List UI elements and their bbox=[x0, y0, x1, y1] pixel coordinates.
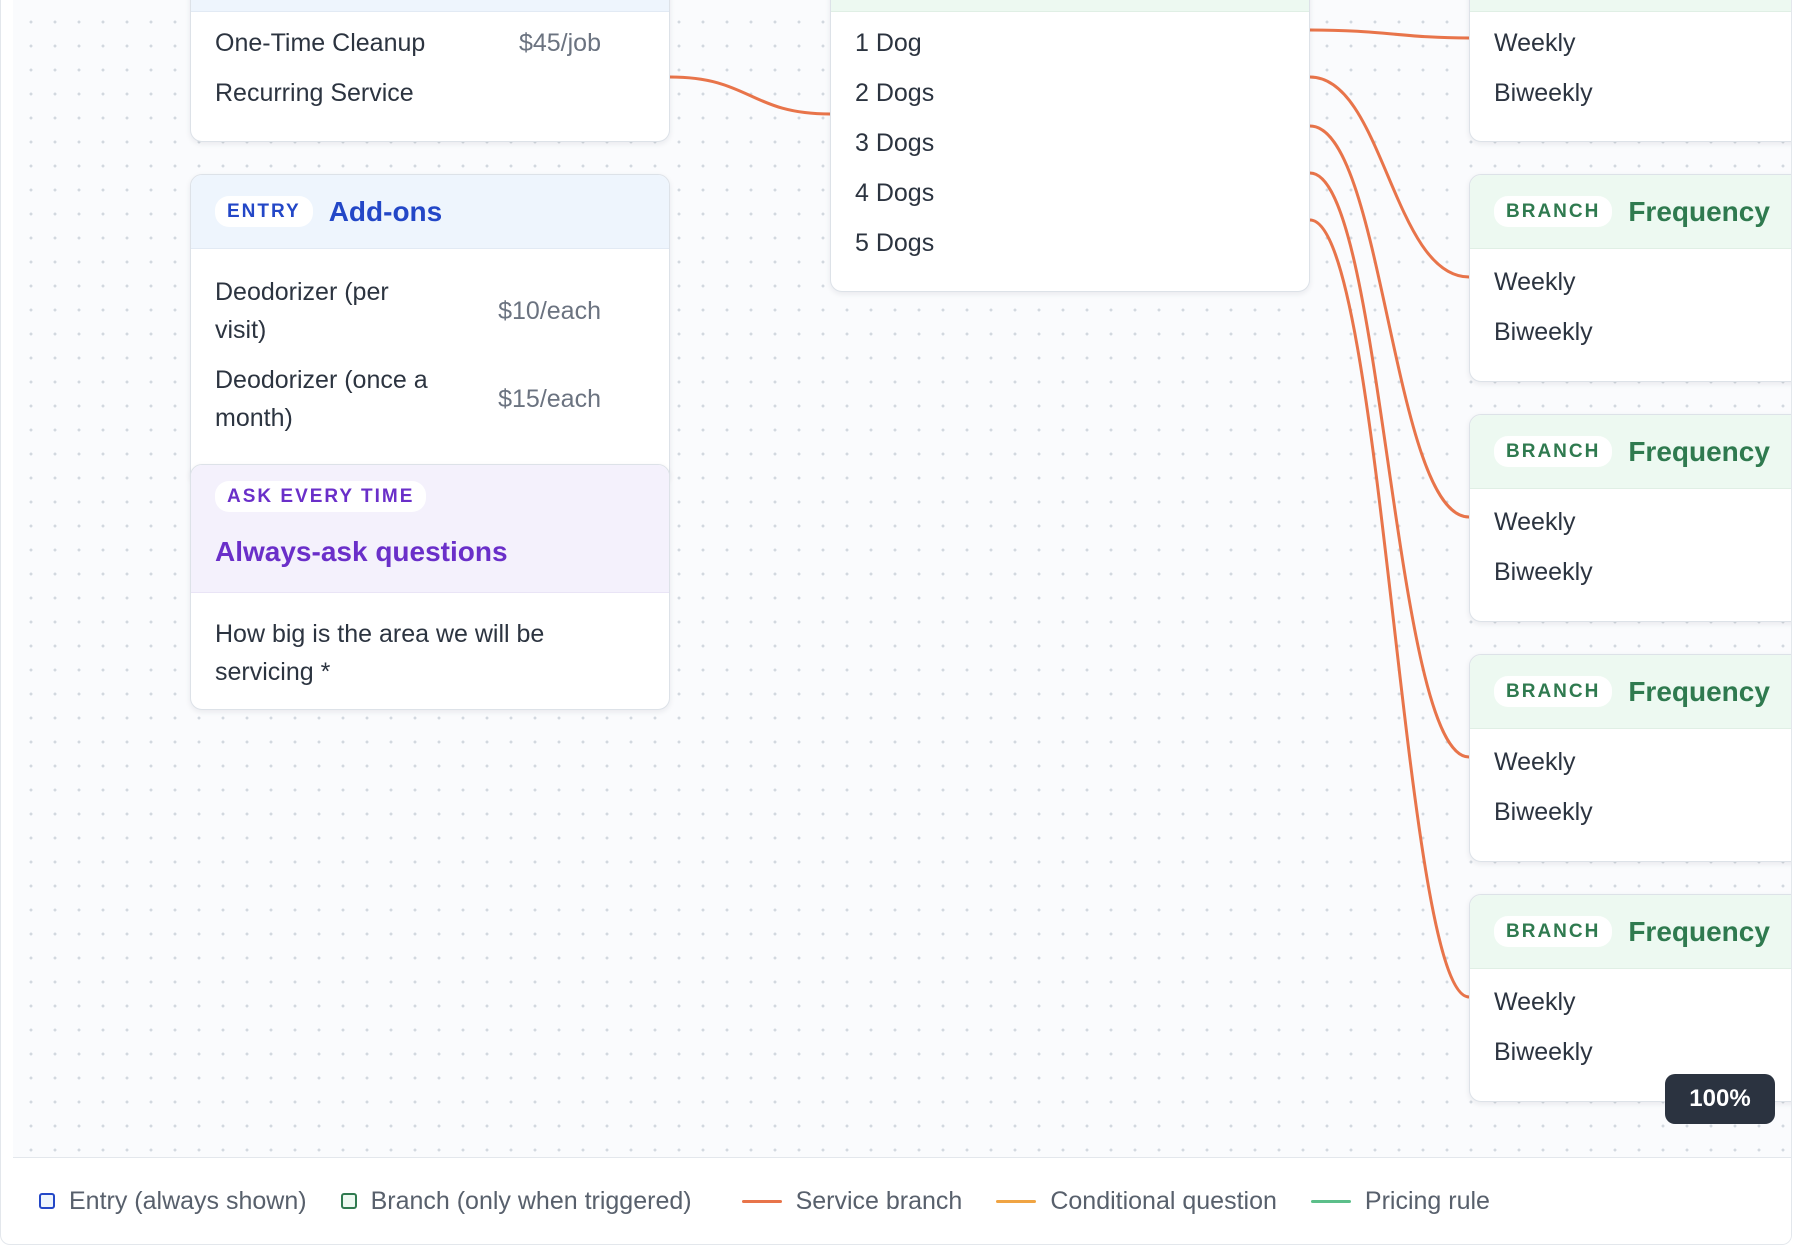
entry-addons-node[interactable]: ENTRY Add-ons Deodorizer (per visit) $10… bbox=[190, 174, 670, 484]
zoom-indicator[interactable]: 100% bbox=[1665, 1074, 1775, 1124]
option-biweekly[interactable]: Biweekly bbox=[1494, 1033, 1784, 1071]
ask-every-time-badge: ASK EVERY TIME bbox=[215, 481, 427, 512]
dogs-branch-node[interactable]: 1 Dog 2 Dogs 3 Dogs 4 Dogs 5 Dogs bbox=[830, 0, 1310, 292]
option-deodorizer-once-a-month[interactable]: Deodorizer (once a month) $15/each bbox=[215, 361, 601, 437]
node-header bbox=[1470, 0, 1791, 12]
always-ask-node[interactable]: ASK EVERY TIME Always-ask questions How … bbox=[190, 464, 670, 710]
option-price: $15/each bbox=[498, 385, 601, 413]
node-title: Frequency bbox=[1628, 915, 1770, 947]
branch-badge: BRANCH bbox=[1494, 436, 1613, 467]
legend-label: Service branch bbox=[795, 1186, 963, 1215]
option-label: One-Time Cleanup bbox=[215, 29, 426, 57]
edge-dog1-to-frequency bbox=[1309, 28, 1470, 40]
legend-entry: Entry (always shown) bbox=[39, 1187, 307, 1216]
legend-conditional-question: Conditional question bbox=[996, 1187, 1277, 1216]
frequency-node[interactable]: BRANCH Frequency Weekly Biweekly bbox=[1469, 414, 1791, 622]
frequency-node[interactable]: BRANCH Frequency Weekly Biweekly bbox=[1469, 174, 1791, 382]
service-branch-line-icon bbox=[741, 1199, 782, 1203]
option-recurring-service[interactable]: Recurring Service bbox=[215, 74, 601, 112]
node-header: BRANCH Frequency bbox=[1470, 895, 1791, 969]
legend-service-branch: Service branch bbox=[741, 1186, 963, 1216]
option-label: Deodorizer (per visit) bbox=[215, 278, 389, 344]
branch-badge: BRANCH bbox=[1494, 676, 1613, 707]
node-header: BRANCH Frequency bbox=[1470, 415, 1791, 489]
legend-pricing-rule: Pricing rule bbox=[1310, 1186, 1490, 1216]
option-dog-count[interactable]: 1 Dog bbox=[855, 24, 1285, 62]
option-biweekly[interactable]: Biweekly bbox=[1494, 553, 1784, 591]
legend-branch: Branch (only when triggered) bbox=[340, 1186, 692, 1216]
always-ask-question[interactable]: How big is the area we will be servicing… bbox=[191, 593, 669, 691]
option-label: Deodorizer (once a month) bbox=[215, 366, 428, 432]
entry-swatch-icon bbox=[39, 1193, 55, 1209]
node-title: Add-ons bbox=[328, 195, 443, 227]
conditional-question-line-icon bbox=[996, 1199, 1037, 1203]
legend-label: Entry (always shown) bbox=[69, 1186, 307, 1215]
frequency-node[interactable]: BRANCH Frequency Weekly Biweekly bbox=[1469, 654, 1791, 862]
node-title: Frequency bbox=[1628, 675, 1770, 707]
node-title: Frequency bbox=[1628, 195, 1770, 227]
node-title: Always-ask questions bbox=[215, 536, 508, 567]
option-price: $10/each bbox=[498, 297, 601, 325]
option-label: Recurring Service bbox=[215, 79, 414, 107]
flow-builder: One-Time Cleanup $45/job Recurring Servi… bbox=[0, 0, 1792, 1245]
option-price: $45/job bbox=[518, 29, 601, 57]
option-biweekly[interactable]: Biweekly bbox=[1494, 74, 1784, 112]
pricing-rule-line-icon bbox=[1310, 1199, 1351, 1203]
branch-badge: BRANCH bbox=[1494, 916, 1613, 947]
legend-label: Conditional question bbox=[1050, 1186, 1277, 1215]
option-dog-count[interactable]: 3 Dogs bbox=[855, 124, 1285, 162]
branch-swatch-icon bbox=[340, 1193, 357, 1209]
edge-recurring-to-dogs bbox=[669, 75, 831, 116]
option-dog-count[interactable]: 4 Dogs bbox=[855, 174, 1285, 212]
node-header bbox=[191, 0, 669, 12]
edge-dog3-to-frequency bbox=[1309, 124, 1470, 519]
branch-badge: BRANCH bbox=[1494, 196, 1613, 227]
option-one-time-cleanup[interactable]: One-Time Cleanup $45/job bbox=[215, 24, 601, 62]
node-header: ASK EVERY TIME Always-ask questions bbox=[191, 465, 669, 593]
edge-dog4-to-frequency bbox=[1309, 171, 1470, 759]
legend-label: Pricing rule bbox=[1364, 1186, 1490, 1215]
flow-canvas[interactable]: One-Time Cleanup $45/job Recurring Servi… bbox=[13, 0, 1791, 1157]
edge-dog5-to-frequency bbox=[1309, 218, 1470, 999]
node-header: BRANCH Frequency bbox=[1470, 175, 1791, 249]
node-header: ENTRY Add-ons bbox=[191, 175, 669, 249]
legend: Entry (always shown) Branch (only when t… bbox=[13, 1157, 1791, 1244]
entry-service-node[interactable]: One-Time Cleanup $45/job Recurring Servi… bbox=[190, 0, 670, 142]
option-weekly[interactable]: Weekly bbox=[1494, 503, 1784, 541]
entry-badge: ENTRY bbox=[215, 196, 313, 227]
option-dog-count[interactable]: 2 Dogs bbox=[855, 74, 1285, 112]
option-weekly[interactable]: Weekly bbox=[1494, 24, 1784, 62]
node-title: Frequency bbox=[1628, 435, 1770, 467]
legend-label: Branch (only when triggered) bbox=[370, 1186, 692, 1215]
option-deodorizer-per-visit[interactable]: Deodorizer (per visit) $10/each bbox=[215, 273, 601, 349]
node-header bbox=[831, 0, 1309, 12]
frequency-node[interactable]: Weekly Biweekly bbox=[1469, 0, 1791, 142]
option-dog-count[interactable]: 5 Dogs bbox=[855, 224, 1285, 262]
node-header: BRANCH Frequency bbox=[1470, 655, 1791, 729]
option-weekly[interactable]: Weekly bbox=[1494, 983, 1784, 1021]
option-weekly[interactable]: Weekly bbox=[1494, 743, 1784, 781]
option-weekly[interactable]: Weekly bbox=[1494, 263, 1784, 301]
option-biweekly[interactable]: Biweekly bbox=[1494, 793, 1784, 831]
option-biweekly[interactable]: Biweekly bbox=[1494, 313, 1784, 351]
frequency-node[interactable]: BRANCH Frequency Weekly Biweekly bbox=[1469, 894, 1791, 1102]
